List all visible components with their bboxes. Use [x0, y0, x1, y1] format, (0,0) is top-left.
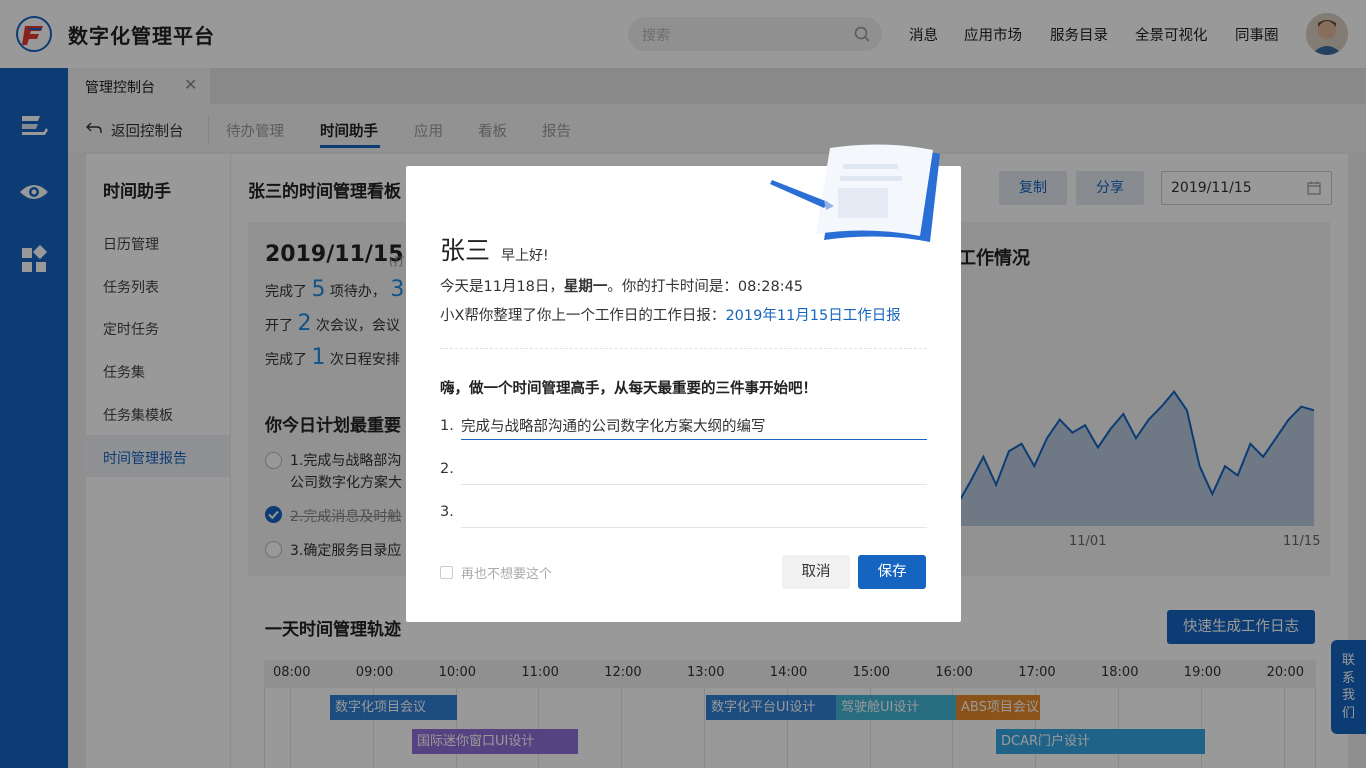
cancel-button[interactable]: 取消 [782, 555, 850, 589]
save-button[interactable]: 保存 [858, 555, 926, 589]
dont-show-label[interactable]: 再也不想要这个 [461, 563, 552, 582]
dont-show-checkbox[interactable] [440, 566, 453, 579]
modal-prompt: 嗨，做一个时间管理高手，从每天最重要的三件事开始吧！ [440, 381, 817, 397]
document-illustration-icon [770, 144, 940, 242]
modal-user-name: 张三 [440, 236, 491, 265]
modal-weekday: 星期一 [563, 279, 608, 295]
modal-checkin-line: 今天是11月18日，星期一。你的打卡时间是：08:28:45 [440, 275, 803, 296]
modal-text: 今天是11月18日， [440, 279, 564, 295]
priority-item-1-input[interactable] [461, 412, 927, 440]
item-number: 1. [440, 418, 454, 434]
priority-item-3-input[interactable] [461, 500, 927, 528]
modal-text: 。你的打卡时间是： [607, 279, 738, 295]
modal-checkin-time: 08:28:45 [737, 279, 804, 295]
item-number: 3. [440, 504, 454, 520]
modal-text: 小X帮你整理了你上一个工作日的工作日报： [440, 308, 726, 324]
daily-report-link[interactable]: 2019年11月15日工作日报 [725, 308, 900, 324]
modal-greeting: 早上好! [501, 248, 549, 264]
priority-item-2-input[interactable] [461, 457, 927, 485]
item-number: 2. [440, 461, 454, 477]
modal-report-line: 小X帮你整理了你上一个工作日的工作日报：2019年11月15日工作日报 [440, 304, 901, 325]
modal-divider [440, 348, 927, 349]
